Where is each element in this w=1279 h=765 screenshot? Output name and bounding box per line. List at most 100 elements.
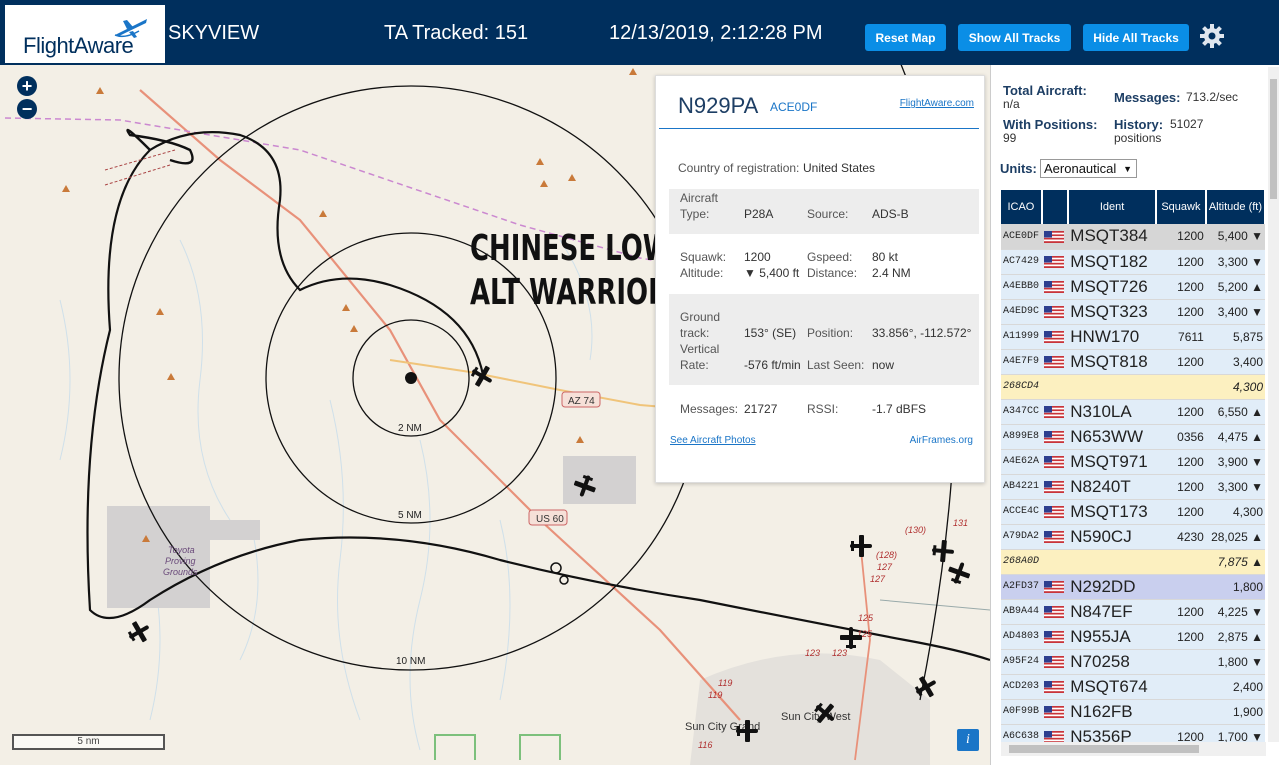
green-outline	[434, 734, 561, 760]
units-label: Units:	[1000, 161, 1037, 176]
table-row[interactable]: 268A0D 7,875 ▲	[1001, 549, 1265, 575]
table-row[interactable]: AB4221 N8240T 1200 3,300 ▼	[1001, 474, 1265, 500]
cell-squawk: 4230	[1155, 524, 1206, 550]
table-row[interactable]: ACCE4C MSQT173 1200 4,300	[1001, 499, 1265, 525]
type-label: Aircraft	[680, 191, 719, 205]
table-row[interactable]: A4EBB0 MSQT726 1200 5,200 ▲	[1001, 274, 1265, 300]
table-row[interactable]: ACD203 MSQT674 2,400	[1001, 674, 1265, 700]
aircraft-icon[interactable]	[850, 535, 872, 557]
cell-ident: HNW170	[1068, 324, 1156, 350]
messages-rate-label: Messages:	[1114, 90, 1181, 105]
scrollbar-thumb[interactable]	[1270, 79, 1277, 199]
cell-altitude: 3,400 ▼	[1205, 299, 1265, 325]
track-label: track:	[680, 326, 710, 340]
popup-registration: N929PA	[678, 93, 759, 118]
route-number: 131	[953, 518, 968, 528]
table-row[interactable]: A0F99B N162FB 1,900	[1001, 699, 1265, 725]
cell-ident: MSQT674	[1068, 674, 1156, 700]
units-select[interactable]: Aeronautical	[1040, 159, 1137, 178]
horizontal-scrollbar[interactable]	[1001, 742, 1266, 756]
aircraft-icon[interactable]	[123, 616, 155, 648]
messages-value: 21727	[744, 402, 778, 416]
table-row[interactable]: AD4803 N955JA 1200 2,875 ▲	[1001, 624, 1265, 650]
us-flag-icon	[1043, 681, 1064, 694]
show-all-tracks-button[interactable]: Show All Tracks	[958, 24, 1071, 51]
us-flag-icon	[1043, 656, 1064, 669]
aircraft-icon[interactable]	[944, 558, 974, 588]
flightaware-logo[interactable]: FlightAware	[5, 5, 165, 63]
table-row[interactable]: 268CD4 4,300	[1001, 374, 1265, 400]
aircraft-photos-link[interactable]: See Aircraft Photos	[670, 435, 756, 446]
us-flag-icon	[1043, 506, 1064, 519]
overlay-title-line1: CHINESE LOW	[470, 228, 672, 269]
us-flag-icon	[1043, 531, 1064, 544]
type-value: P28A	[744, 207, 774, 221]
us-flag-icon	[1043, 306, 1064, 319]
cell-squawk: 1200	[1155, 499, 1206, 525]
reset-map-button[interactable]: Reset Map	[865, 24, 946, 51]
cell-altitude: 28,025 ▲	[1205, 524, 1265, 550]
gspeed-value: 80 kt	[872, 250, 899, 264]
vertical-scrollbar[interactable]	[1268, 67, 1279, 742]
vrate-label: Vertical	[680, 342, 720, 356]
col-ident[interactable]: Ident	[1068, 190, 1157, 224]
tracked-count: TA Tracked: 151	[384, 22, 529, 44]
top-bar: FlightAware SKYVIEW TA Tracked: 151 12/1…	[0, 0, 1279, 65]
route-number: (128)	[876, 550, 897, 560]
table-row[interactable]: A347CC N310LA 1200 6,550 ▲	[1001, 399, 1265, 425]
cell-squawk: 1200	[1155, 249, 1206, 275]
cell-flag	[1041, 274, 1069, 300]
table-row[interactable]: AC7429 MSQT182 1200 3,300 ▼	[1001, 249, 1265, 275]
cell-altitude: 5,200 ▲	[1205, 274, 1265, 300]
cell-squawk: 1200	[1155, 474, 1206, 500]
col-icao[interactable]: ICAO	[1001, 190, 1043, 224]
cell-flag	[1041, 674, 1069, 700]
cell-ident	[1068, 549, 1156, 575]
table-row[interactable]: A4E62A MSQT971 1200 3,900 ▼	[1001, 449, 1265, 475]
range-label-10nm: 10 NM	[396, 656, 425, 667]
cell-icao: A899E8	[1001, 424, 1042, 450]
table-row[interactable]: A95F24 N70258 1,800 ▼	[1001, 649, 1265, 675]
us-flag-icon	[1043, 356, 1064, 369]
table-row[interactable]: A4E7F9 MSQT818 1200 3,400	[1001, 349, 1265, 375]
cell-flag	[1041, 499, 1069, 525]
cell-ident: MSQT173	[1068, 499, 1156, 525]
hide-all-tracks-button[interactable]: Hide All Tracks	[1083, 24, 1189, 51]
cell-icao: A2FD37	[1001, 574, 1042, 600]
gear-icon[interactable]	[1199, 23, 1225, 49]
cell-ident: N8240T	[1068, 474, 1156, 500]
cell-icao: A0F99B	[1001, 699, 1042, 725]
cell-squawk: 1200	[1155, 349, 1206, 375]
us-flag-icon	[1043, 281, 1064, 294]
col-altitude[interactable]: Altitude (ft)	[1205, 190, 1267, 224]
route-number: 123	[805, 648, 820, 658]
cell-ident: MSQT971	[1068, 449, 1156, 475]
info-icon[interactable]: i	[957, 729, 979, 751]
cell-altitude: 3,900 ▼	[1205, 449, 1265, 475]
airframes-link[interactable]: AirFrames.org	[910, 435, 973, 446]
table-row[interactable]: ACE0DF MSQT384 1200 5,400 ▼	[1001, 224, 1265, 250]
cell-ident: N955JA	[1068, 624, 1156, 650]
squawk-label: Squawk:	[680, 250, 727, 264]
flightaware-link[interactable]: FlightAware.com	[900, 98, 974, 109]
dashed-track	[104, 149, 176, 186]
col-squawk[interactable]: Squawk	[1155, 190, 1207, 224]
cell-squawk	[1155, 699, 1206, 725]
cell-ident: N162FB	[1068, 699, 1156, 725]
aircraft-icon[interactable]	[931, 539, 955, 563]
table-row[interactable]: A2FD37 N292DD 1,800	[1001, 574, 1265, 600]
table-row[interactable]: A899E8 N653WW 0356 4,475 ▲	[1001, 424, 1265, 450]
scrollbar-thumb[interactable]	[1009, 745, 1199, 753]
zoom-in-icon[interactable]: +	[17, 76, 37, 96]
popup-hex: ACE0DF	[770, 100, 818, 114]
us-flag-icon	[1043, 481, 1064, 494]
table-row[interactable]: A79DA2 N590CJ 4230 28,025 ▲	[1001, 524, 1265, 550]
cell-icao: AB9A44	[1001, 599, 1042, 625]
col-flag[interactable]	[1041, 190, 1070, 224]
lastseen-label: Last Seen:	[807, 358, 865, 372]
zoom-out-icon[interactable]: −	[17, 99, 37, 119]
table-row[interactable]: AB9A44 N847EF 1200 4,225 ▼	[1001, 599, 1265, 625]
table-row[interactable]: A4ED9C MSQT323 1200 3,400 ▼	[1001, 299, 1265, 325]
cell-squawk: 1200	[1155, 274, 1206, 300]
table-row[interactable]: A11999 HNW170 7611 5,875	[1001, 324, 1265, 350]
